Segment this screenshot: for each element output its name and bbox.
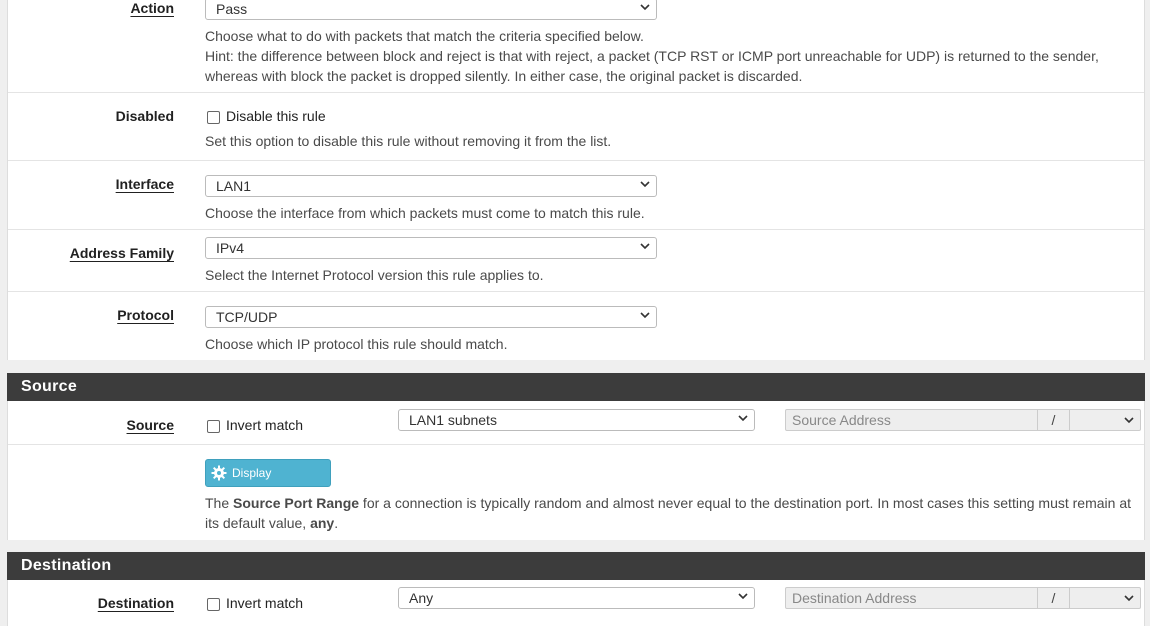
destination-address-input[interactable]: Destination Address (792, 590, 917, 606)
chevron-down-icon (640, 312, 650, 319)
destination-type-select[interactable]: Any (398, 587, 755, 609)
destination-type-value: Any (409, 590, 434, 606)
source-panel: Source Invert match LAN1 subnets Source … (7, 401, 1145, 540)
source-cidr-separator: / (1037, 410, 1070, 430)
source-address-input[interactable]: Source Address (792, 412, 891, 428)
protocol-value: TCP/UDP (216, 309, 278, 325)
destination-panel: Destination Invert match Any Destination… (7, 580, 1145, 626)
destination-invert-label: Invert match (226, 595, 304, 611)
help-bold: any (310, 515, 335, 531)
disable-rule-checkbox-label: Disable this rule (226, 108, 326, 124)
address-family-label: Address Family (69, 245, 174, 261)
help-text: . (334, 515, 339, 531)
action-help: Choose what to do with packets that matc… (205, 26, 1099, 86)
destination-cidr-separator: / (1037, 588, 1070, 608)
destination-invert-checkbox[interactable] (207, 598, 220, 611)
protocol-label: Protocol (117, 307, 174, 323)
protocol-select[interactable]: TCP/UDP (205, 306, 657, 328)
interface-help: Choose the interface from which packets … (205, 205, 645, 221)
source-label: Source (126, 417, 174, 433)
action-help-line2: Hint: the difference between block and r… (205, 48, 1099, 64)
source-port-help: The Source Port Range for a connection i… (205, 493, 1131, 533)
chevron-down-icon (738, 593, 748, 600)
chevron-down-icon (640, 4, 650, 11)
rule-options-panel: Action Pass Choose what to do with packe… (7, 0, 1145, 360)
destination-label: Destination (97, 595, 174, 611)
action-help-line3: whereas with block the packet is dropped… (205, 68, 803, 84)
source-type-select[interactable]: LAN1 subnets (398, 409, 755, 431)
source-address-group: Source Address / (785, 409, 1141, 431)
interface-label: Interface (115, 176, 174, 192)
gear-icon (211, 465, 227, 481)
disabled-label: Disabled (115, 108, 174, 124)
address-family-row: Address Family IPv4 Select the Internet … (8, 230, 1144, 292)
chevron-down-icon (1124, 595, 1134, 602)
action-select[interactable]: Pass (205, 0, 657, 20)
action-row: Action Pass Choose what to do with packe… (8, 0, 1144, 93)
chevron-down-icon (1124, 417, 1134, 424)
action-label: Action (130, 0, 174, 16)
action-value: Pass (216, 1, 248, 17)
protocol-row: Protocol TCP/UDP Choose which IP protoco… (8, 292, 1144, 360)
address-family-help: Select the Internet Protocol version thi… (205, 267, 544, 283)
destination-cidr-select[interactable] (1068, 588, 1140, 608)
destination-address-group: Destination Address / (785, 587, 1141, 609)
source-cidr-select[interactable] (1068, 410, 1140, 430)
help-text: its default value, (205, 515, 311, 531)
chevron-down-icon (738, 415, 748, 422)
display-advanced-button[interactable]: Display Advanced (205, 459, 331, 506)
address-family-select[interactable]: IPv4 (205, 237, 657, 259)
action-help-line1: Choose what to do with packets that matc… (205, 28, 644, 44)
address-family-value: IPv4 (216, 240, 245, 256)
help-text: for a connection is typically random and… (359, 495, 1131, 511)
help-text: The (205, 495, 234, 511)
interface-value: LAN1 (216, 178, 252, 194)
source-section-header: Source (7, 373, 1145, 401)
protocol-help: Choose which IP protocol this rule shoul… (205, 336, 508, 352)
disabled-help: Set this option to disable this rule wit… (205, 133, 612, 149)
interface-row: Interface LAN1 Choose the interface from… (8, 161, 1144, 230)
source-type-value: LAN1 subnets (409, 412, 497, 428)
help-bold: Source Port Range (233, 495, 360, 511)
interface-select[interactable]: LAN1 (205, 175, 657, 197)
chevron-down-icon (640, 243, 650, 250)
disabled-row: Disabled Disable this rule Set this opti… (8, 93, 1144, 161)
chevron-down-icon (640, 181, 650, 188)
source-row: Source Invert match LAN1 subnets Source … (8, 401, 1144, 445)
destination-section-header: Destination (7, 552, 1145, 580)
source-invert-label: Invert match (226, 417, 304, 433)
source-invert-checkbox[interactable] (207, 420, 220, 433)
disable-rule-checkbox[interactable] (207, 111, 220, 124)
